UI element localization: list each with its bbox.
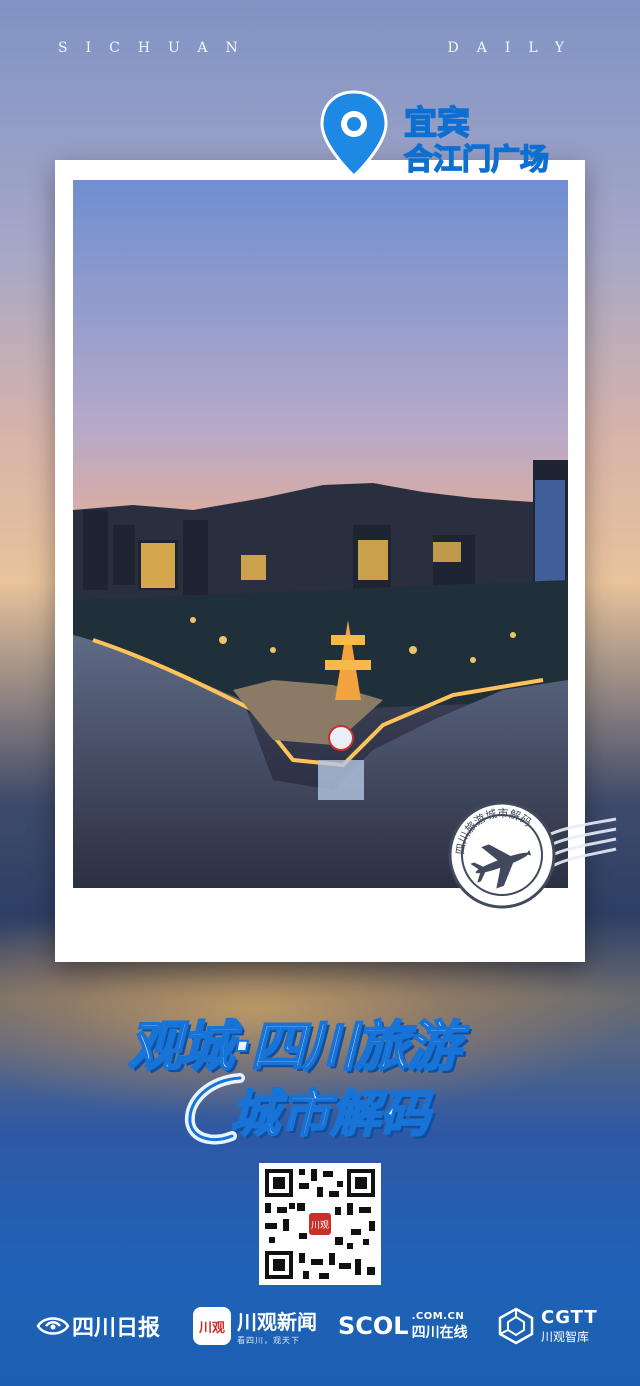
chuanguan-badge: 川观 <box>193 1307 231 1345</box>
travel-stamp: 四川旅游城市解码 <box>444 797 620 912</box>
scol-logo[interactable]: SCOL .COM.CN 四川在线 <box>338 1298 468 1354</box>
sichuan-daily-logo-icon <box>36 1317 70 1335</box>
masthead-right: DAILY <box>447 40 582 56</box>
chuanguan-name: 川观新闻 <box>237 1310 317 1334</box>
location-pin-icon <box>320 90 388 178</box>
sichuan-daily-name: 四川日报 <box>72 1315 161 1341</box>
campaign-title-line2: 城市解码 <box>229 1084 431 1144</box>
city-photo <box>73 180 568 888</box>
campaign-title-line1: 观城·四川旅游 <box>127 1014 462 1079</box>
cgtt-logo[interactable]: CGTT 川观智库 <box>497 1298 598 1354</box>
location-tag: 宜宾 合江门广场 <box>316 88 606 184</box>
chuanguan-slogan: 看四川，观天下 <box>237 1336 300 1345</box>
masthead: SICHUAN DAILY <box>0 40 640 56</box>
sichuan-daily-logo[interactable]: 四川日报 <box>34 1298 160 1354</box>
scol-name: 四川在线 <box>411 1324 468 1341</box>
cgtt-main-text: CGTT <box>541 1307 598 1328</box>
poster: SICHUAN DAILY 宜宾 合江门广场 四川旅游城市解码 观城·四川旅游 … <box>0 0 640 1386</box>
scol-main-text: SCOL <box>338 1312 409 1340</box>
cgtt-logo-icon <box>498 1307 534 1345</box>
cgtt-name: 川观智库 <box>541 1330 590 1344</box>
qr-code[interactable]: 川观 <box>259 1163 381 1285</box>
masthead-left: SICHUAN <box>58 40 256 56</box>
scol-domain: .COM.CN <box>411 1310 465 1322</box>
footer-logos: 四川日报 川观 川观新闻 看四川，观天下 SCOL .COM.CN 四川在线 C… <box>0 1298 640 1358</box>
location-place: 合江门广场 <box>403 141 550 177</box>
chuanguan-news-logo[interactable]: 川观 川观新闻 看四川，观天下 <box>193 1298 317 1354</box>
qr-center-label: 川观 <box>311 1220 329 1231</box>
